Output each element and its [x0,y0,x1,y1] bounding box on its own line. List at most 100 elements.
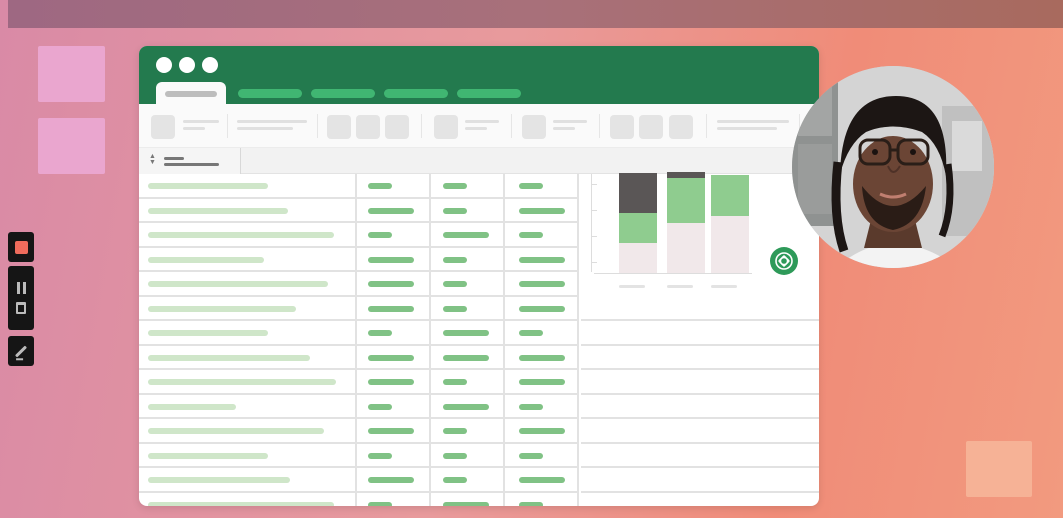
cell-value[interactable] [368,452,392,459]
cell-value[interactable] [519,477,565,483]
cell-value[interactable] [519,452,543,459]
name-box[interactable]: ▲ ▼ [139,148,241,174]
cell-text[interactable] [148,281,328,287]
sort-icon[interactable]: ▲ ▼ [149,153,156,166]
toolbar-button[interactable] [385,115,409,139]
chart-bar-segment [667,178,705,223]
table-row[interactable] [139,321,579,346]
tab-active[interactable] [156,82,226,106]
cell-value[interactable] [443,477,467,483]
table-row[interactable] [139,419,579,444]
toolbar-button[interactable] [356,115,380,139]
chart-bar[interactable] [667,172,705,273]
table-row[interactable] [139,297,579,321]
cell-value[interactable] [519,379,565,385]
webcam-bubble[interactable] [792,66,994,268]
cell-value[interactable] [443,379,467,385]
cell-value[interactable] [519,501,543,506]
toolbar-button[interactable] [522,115,546,139]
chart-bar[interactable] [619,173,657,273]
cell-value[interactable] [368,501,392,506]
cell-value[interactable] [368,305,414,312]
chart-bar[interactable] [711,174,749,273]
toolbar-button[interactable] [639,115,663,139]
cell-value[interactable] [368,232,392,238]
cell-value[interactable] [443,330,489,336]
trash-icon[interactable] [16,302,26,314]
table-row[interactable] [139,370,579,395]
cell-value[interactable] [443,403,489,410]
cell-value[interactable] [519,305,565,312]
cell-value[interactable] [519,256,565,263]
table-row[interactable] [139,174,579,199]
cell-value[interactable] [443,452,467,459]
cell-value[interactable] [368,354,414,361]
cell-value[interactable] [519,281,565,287]
cell-value[interactable] [368,477,414,483]
cell-value[interactable] [443,354,489,361]
cell-text[interactable] [148,330,268,336]
cell-value[interactable] [368,281,414,287]
cell-text[interactable] [148,452,268,459]
cell-value[interactable] [368,379,414,385]
toolbar-button[interactable] [327,115,351,139]
cell-value[interactable] [519,232,543,238]
table-row[interactable] [139,248,579,272]
table-row[interactable] [139,346,579,370]
cell-value[interactable] [519,428,565,434]
cell-value[interactable] [368,330,392,336]
table-row[interactable] [139,468,579,493]
celtic-knot-icon[interactable] [770,247,798,275]
cell-text[interactable] [148,305,296,312]
cell-value[interactable] [368,428,414,434]
cell-value[interactable] [519,207,565,214]
cell-text[interactable] [148,256,264,263]
cell-text[interactable] [148,207,288,214]
cell-text[interactable] [148,428,324,434]
draw-button[interactable] [8,336,34,366]
cell-value[interactable] [519,183,543,189]
cell-value[interactable] [443,232,489,238]
close-dot[interactable] [156,57,172,73]
cell-value[interactable] [368,256,414,263]
table-row[interactable] [139,493,579,506]
table-row[interactable] [139,395,579,419]
table-row[interactable] [139,444,579,468]
toolbar-button[interactable] [151,115,175,139]
cell-value[interactable] [519,330,543,336]
table-row[interactable] [139,272,579,297]
cell-text[interactable] [148,501,334,506]
cell-value[interactable] [443,183,467,189]
cell-value[interactable] [519,403,543,410]
maximize-dot[interactable] [202,57,218,73]
cell-value[interactable] [368,207,414,214]
cell-value[interactable] [443,207,467,214]
cell-text[interactable] [148,232,334,238]
pause-icon[interactable] [16,282,26,294]
minimize-dot[interactable] [179,57,195,73]
cell-value[interactable] [443,428,467,434]
table-row[interactable] [139,223,579,248]
cell-value[interactable] [443,281,467,287]
tab-5[interactable] [457,89,521,98]
toolbar-button[interactable] [434,115,458,139]
embedded-chart[interactable] [591,172,761,294]
cell-value[interactable] [519,354,565,361]
table-row[interactable] [139,199,579,223]
cell-value[interactable] [443,501,489,506]
cell-value[interactable] [368,403,392,410]
cell-text[interactable] [148,477,290,483]
cell-text[interactable] [148,379,336,385]
cell-text[interactable] [148,403,236,410]
toolbar-button[interactable] [610,115,634,139]
cell-value[interactable] [443,256,467,263]
tab-2[interactable] [238,89,302,98]
tab-3[interactable] [311,89,375,98]
cell-text[interactable] [148,183,268,189]
stop-recording-button[interactable] [8,232,34,262]
cell-text[interactable] [148,354,310,361]
cell-value[interactable] [368,183,392,189]
tab-4[interactable] [384,89,448,98]
cell-value[interactable] [443,305,467,312]
toolbar-button[interactable] [669,115,693,139]
